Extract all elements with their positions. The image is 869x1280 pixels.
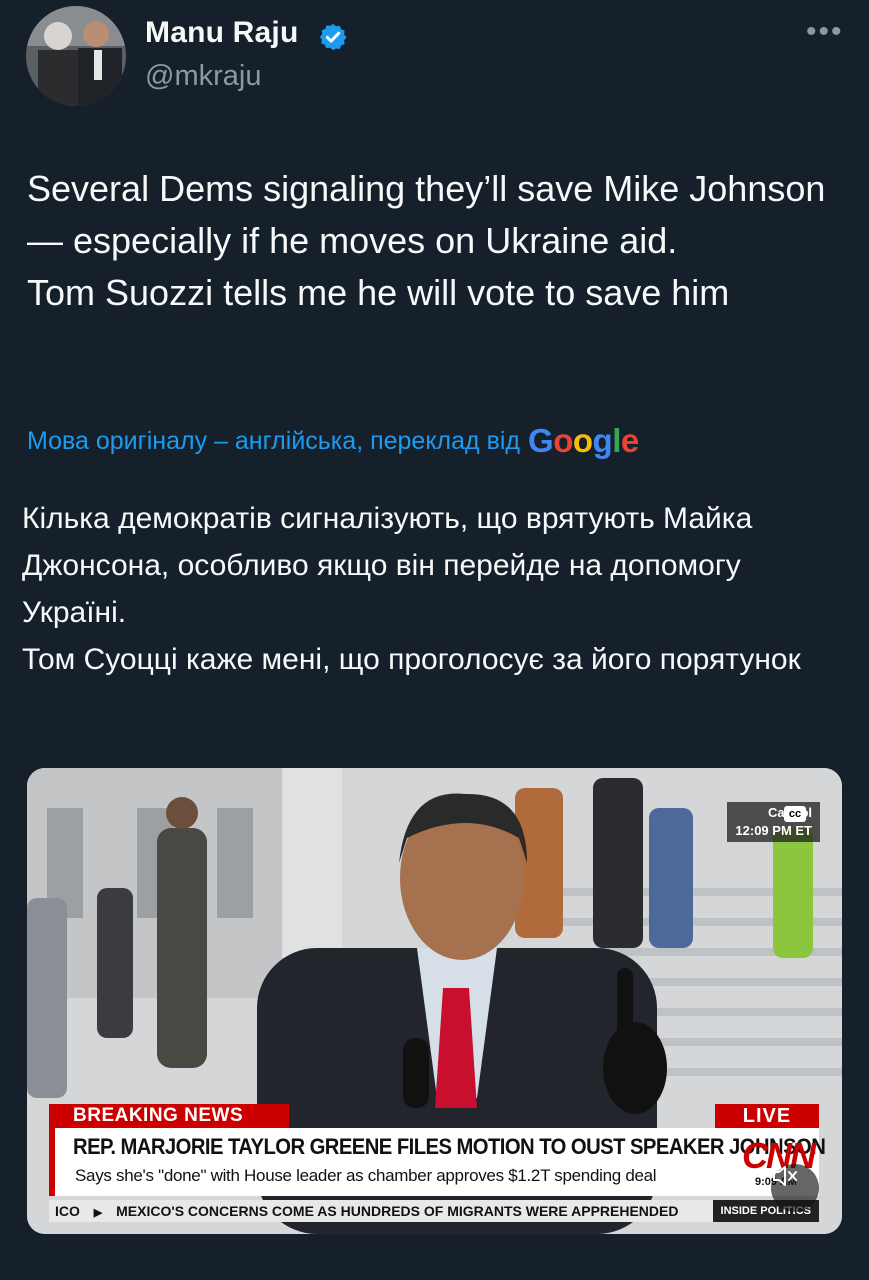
author-name[interactable]: Manu Raju — [145, 16, 298, 50]
chyron: REP. MARJORIE TAYLOR GREENE FILES MOTION… — [49, 1128, 826, 1196]
mute-button[interactable] — [771, 1164, 819, 1212]
author-handle[interactable]: @mkraju — [145, 60, 261, 93]
avatar-image — [26, 6, 126, 106]
translated-line: Том Суоцці каже мені, що проголосує за й… — [22, 643, 801, 676]
translated-text: Кілька демократів сигналізують, що вряту… — [22, 495, 842, 683]
translation-notice-text: Мова оригіналу – англійська, переклад ві… — [27, 426, 521, 455]
tweet-line: Tom Suozzi tells me he will vote to save… — [27, 272, 730, 313]
chyron-headline: REP. MARJORIE TAYLOR GREENE FILES MOTION… — [73, 1134, 826, 1159]
translated-line: Кілька демократів сигналізують, що вряту… — [22, 502, 753, 629]
video-player[interactable]: Capitol 12:09 PM ET cc BREAKING NEWS LIV… — [27, 768, 842, 1234]
ticker-arrow-icon: ▶ — [93, 1207, 103, 1219]
news-ticker: ICO ▶ MEXICO'S CONCERNS COME AS HUNDREDS… — [49, 1200, 819, 1222]
ticker-prefix: ICO — [55, 1203, 80, 1219]
more-options-icon[interactable]: ••• — [806, 17, 844, 47]
tweet-text: Several Dems signaling they’ll save Mike… — [27, 163, 827, 319]
breaking-news-banner: BREAKING NEWS — [49, 1104, 289, 1128]
verified-badge-icon — [319, 23, 347, 51]
live-badge: LIVE — [715, 1104, 819, 1128]
ticker-text: MEXICO'S CONCERNS COME AS HUNDREDS OF MI… — [116, 1203, 679, 1219]
google-logo: Google — [528, 422, 639, 459]
chyron-subhead: Says she's "done" with House leader as c… — [75, 1166, 657, 1185]
muted-speaker-icon — [773, 1166, 797, 1186]
tweet-line: Several Dems signaling they’ll save Mike… — [27, 168, 826, 261]
location-bug: Capitol 12:09 PM ET — [727, 802, 820, 842]
avatar[interactable] — [26, 6, 126, 106]
closed-captions-icon: cc — [784, 806, 806, 822]
translation-notice[interactable]: Мова оригіналу – англійська, переклад ві… — [27, 422, 639, 460]
time-label: 12:09 PM ET — [735, 823, 812, 838]
